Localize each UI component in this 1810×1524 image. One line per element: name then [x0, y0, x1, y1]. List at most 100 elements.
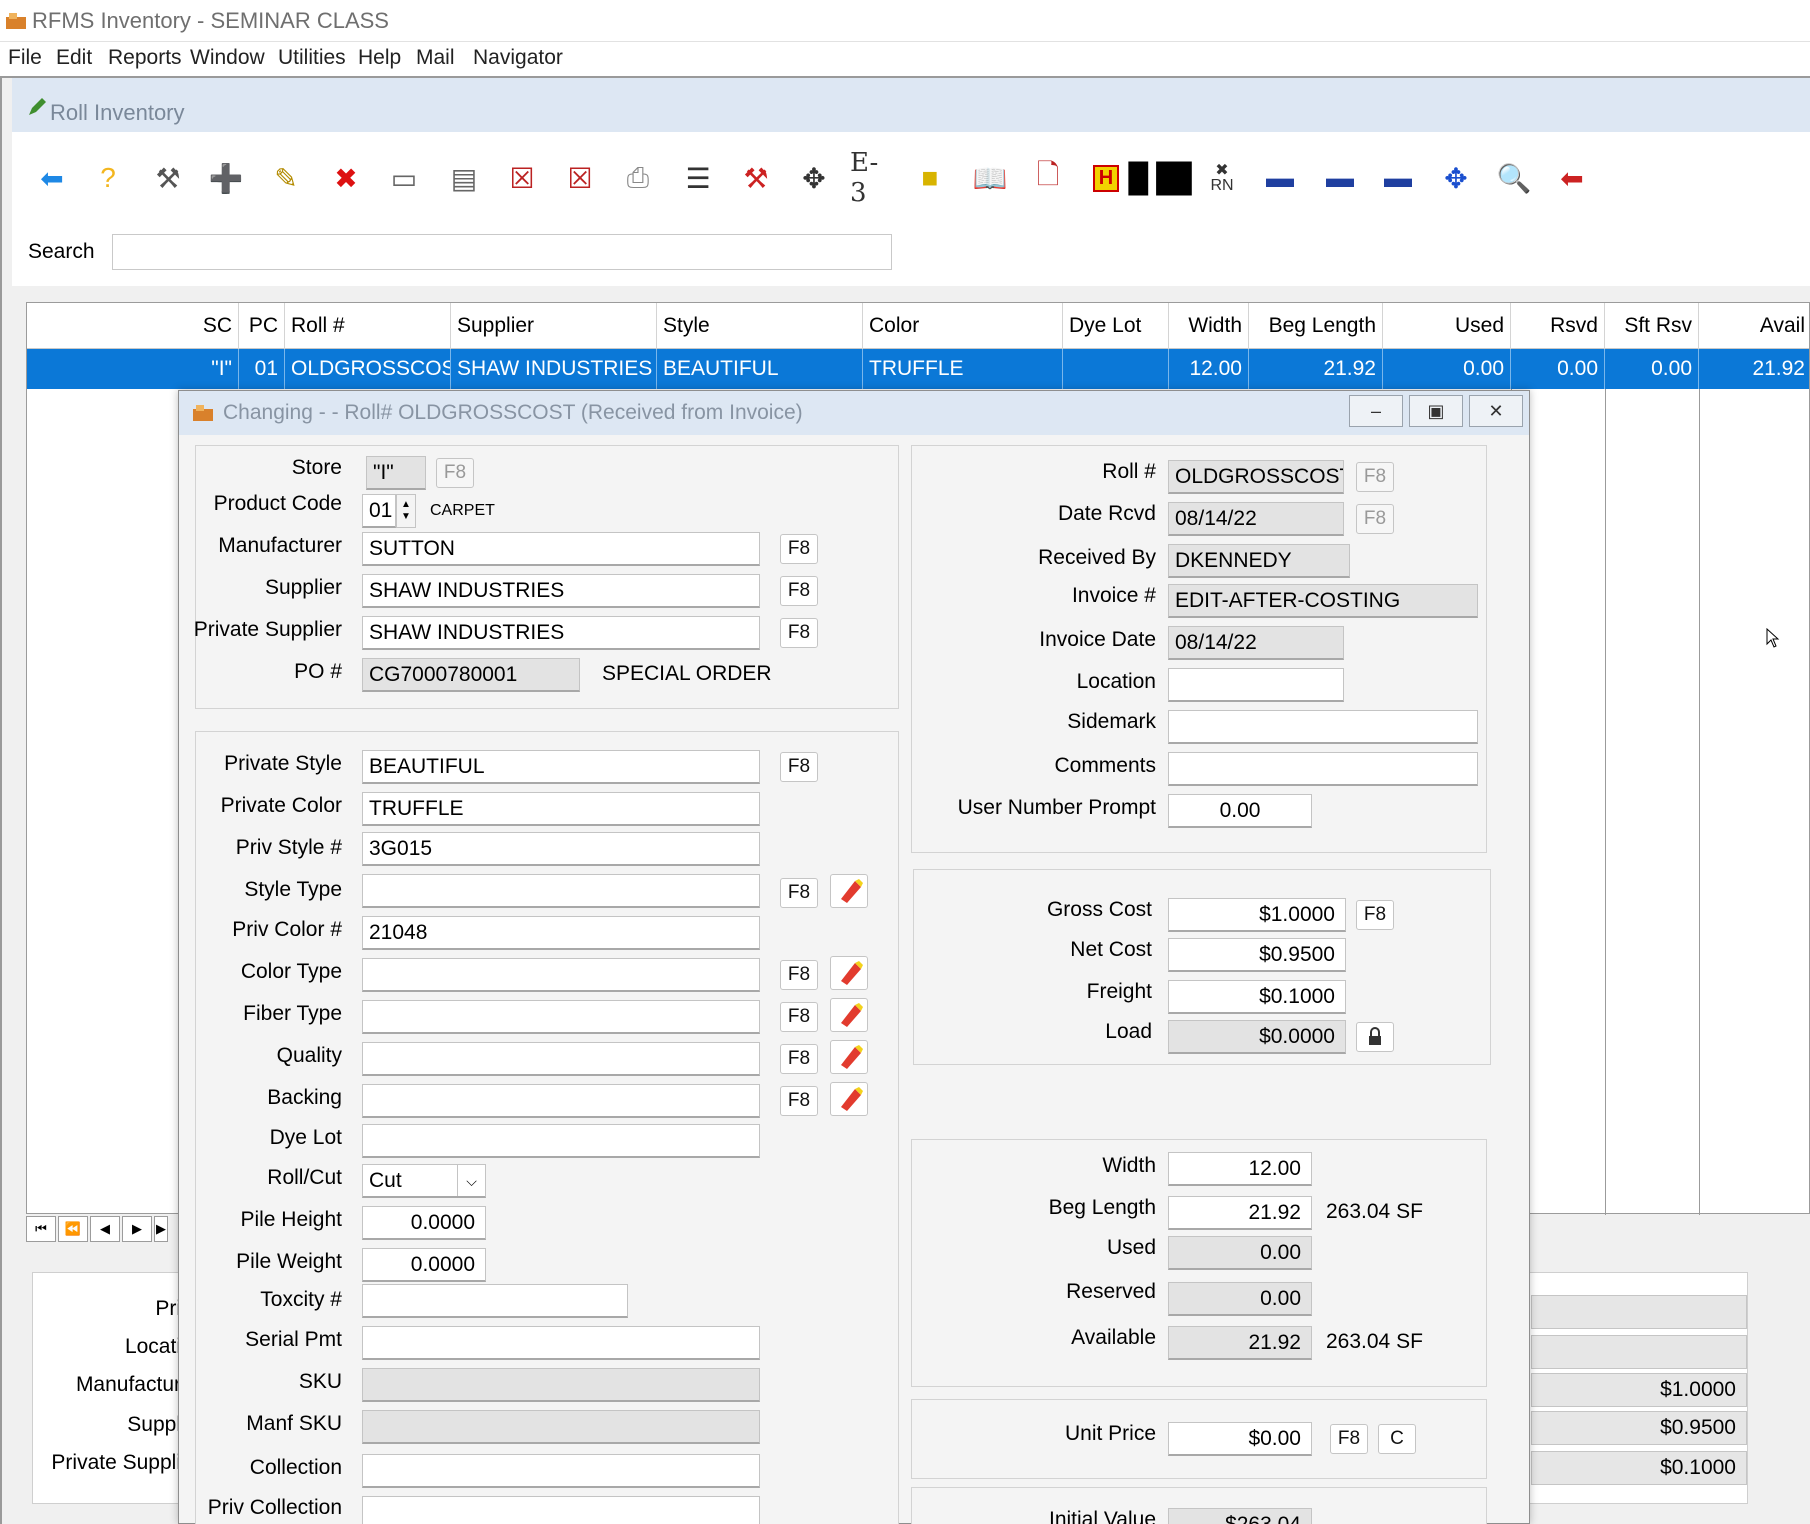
- move-icon[interactable]: ✥: [792, 156, 836, 200]
- net-cost-field[interactable]: $0.9500: [1168, 938, 1346, 972]
- next-record-icon[interactable]: ▶: [122, 1216, 152, 1242]
- tag-cancel-icon[interactable]: ▬: [1318, 156, 1362, 200]
- menu-utilities[interactable]: Utilities: [278, 46, 346, 70]
- restore-button[interactable]: ▣: [1409, 395, 1463, 427]
- tools-icon[interactable]: ⚒: [146, 156, 190, 200]
- comments-field[interactable]: [1168, 752, 1478, 786]
- color-type-field[interactable]: [362, 958, 760, 992]
- quality-field[interactable]: [362, 1042, 760, 1076]
- document-icon[interactable]: 🗋: [1026, 156, 1070, 200]
- invoice-date-field[interactable]: 08/14/22: [1168, 626, 1344, 660]
- private-style-f8-button[interactable]: F8: [780, 752, 818, 782]
- po-field[interactable]: CG7000780001: [362, 658, 580, 692]
- roll-field[interactable]: OLDGROSSCOST: [1168, 460, 1344, 494]
- close-button[interactable]: ✕: [1469, 395, 1523, 427]
- store-f8-button[interactable]: F8: [436, 458, 474, 488]
- cancel-label-icon[interactable]: ☒: [500, 156, 544, 200]
- prev-record-icon[interactable]: ◀: [90, 1216, 120, 1242]
- freight-field[interactable]: $0.1000: [1168, 980, 1346, 1014]
- user-number-field[interactable]: 0.00: [1168, 794, 1312, 828]
- label-icon[interactable]: ▤: [442, 156, 486, 200]
- supplier-f8-button[interactable]: F8: [780, 576, 818, 606]
- quality-eraser-icon[interactable]: [830, 1040, 868, 1074]
- rn-icon[interactable]: ✖ RN: [1200, 156, 1244, 200]
- private-supplier-f8-button[interactable]: F8: [780, 618, 818, 648]
- received-by-field[interactable]: DKENNEDY: [1168, 544, 1350, 578]
- delete-record-icon[interactable]: ✖: [324, 156, 368, 200]
- col-rsvd[interactable]: Rsvd: [1511, 303, 1605, 349]
- backing-f8-button[interactable]: F8: [780, 1086, 818, 1116]
- backing-field[interactable]: [362, 1084, 760, 1118]
- fiber-type-f8-button[interactable]: F8: [780, 1002, 818, 1032]
- roll-cut-select[interactable]: Cut ⌵: [362, 1164, 486, 1198]
- menu-window[interactable]: Window: [190, 46, 265, 70]
- fiber-type-eraser-icon[interactable]: [830, 998, 868, 1032]
- pile-height-field[interactable]: 0.0000: [362, 1206, 486, 1240]
- store-field[interactable]: "I": [366, 456, 426, 490]
- prev-page-icon[interactable]: ⏪: [58, 1216, 88, 1242]
- used-field[interactable]: 0.00: [1168, 1236, 1312, 1270]
- col-avail[interactable]: Avail: [1699, 303, 1810, 349]
- roll-f8-button[interactable]: F8: [1356, 462, 1394, 492]
- next-page-icon[interactable]: ▶: [154, 1216, 168, 1242]
- sku-field[interactable]: [362, 1368, 760, 1402]
- private-supplier-field[interactable]: SHAW INDUSTRIES: [362, 616, 760, 650]
- minimize-button[interactable]: –: [1349, 395, 1403, 427]
- search-icon[interactable]: 🔍: [1492, 156, 1536, 200]
- col-beg-length[interactable]: Beg Length: [1249, 303, 1383, 349]
- private-style-field[interactable]: BEAUTIFUL: [362, 750, 760, 784]
- pile-weight-field[interactable]: 0.0000: [362, 1248, 486, 1282]
- tag-blue-icon[interactable]: ▬: [1258, 156, 1302, 200]
- help-icon[interactable]: ?: [86, 156, 130, 200]
- col-sc[interactable]: SC: [27, 303, 239, 349]
- col-supplier[interactable]: Supplier: [451, 303, 657, 349]
- style-type-eraser-icon[interactable]: [830, 874, 868, 908]
- manufacturer-f8-button[interactable]: F8: [780, 534, 818, 564]
- unit-price-f8-button[interactable]: F8: [1330, 1424, 1368, 1454]
- reserved-field[interactable]: 0.00: [1168, 1282, 1312, 1316]
- first-record-icon[interactable]: ⏮: [26, 1216, 56, 1242]
- beg-length-field[interactable]: 21.92: [1168, 1196, 1312, 1230]
- product-code-field[interactable]: 01: [362, 494, 396, 528]
- unit-price-field[interactable]: $0.00: [1168, 1422, 1312, 1456]
- menu-navigator[interactable]: Navigator: [473, 46, 563, 70]
- print-icon[interactable]: ⎙: [616, 156, 660, 200]
- menu-file[interactable]: File: [8, 46, 42, 70]
- table-row[interactable]: "I" 01 OLDGROSSCOST SHAW INDUSTRIES BEAU…: [27, 349, 1809, 389]
- book-icon[interactable]: 📖: [968, 156, 1012, 200]
- tag-cancel-2-icon[interactable]: ▬: [1376, 156, 1420, 200]
- style-type-field[interactable]: [362, 874, 760, 908]
- col-roll[interactable]: Roll #: [285, 303, 451, 349]
- invoice-field[interactable]: EDIT-AFTER-COSTING: [1168, 584, 1478, 618]
- lock-icon[interactable]: [1356, 1022, 1394, 1052]
- priv-collection-field[interactable]: [362, 1496, 760, 1524]
- h-icon[interactable]: H: [1084, 156, 1128, 200]
- chevron-down-icon[interactable]: ⌵: [457, 1165, 485, 1196]
- gross-cost-field[interactable]: $1.0000: [1168, 898, 1346, 932]
- priv-style-num-field[interactable]: 3G015: [362, 832, 760, 866]
- priv-color-num-field[interactable]: 21048: [362, 916, 760, 950]
- sidemark-field[interactable]: [1168, 710, 1478, 744]
- unit-price-c-button[interactable]: C: [1378, 1424, 1416, 1454]
- dye-lot-field[interactable]: [362, 1124, 760, 1158]
- supplier-field[interactable]: SHAW INDUSTRIES: [362, 574, 760, 608]
- serial-pmt-field[interactable]: [362, 1326, 760, 1360]
- menu-edit[interactable]: Edit: [56, 46, 92, 70]
- e3-button[interactable]: E-3: [850, 148, 894, 208]
- cancel-labels-icon[interactable]: ☒: [558, 156, 602, 200]
- col-sft-rsv[interactable]: Sft Rsv: [1605, 303, 1699, 349]
- col-style[interactable]: Style: [657, 303, 863, 349]
- menu-reports[interactable]: Reports: [108, 46, 182, 70]
- note-icon[interactable]: ■: [908, 156, 952, 200]
- available-field[interactable]: 21.92: [1168, 1326, 1312, 1360]
- private-color-field[interactable]: TRUFFLE: [362, 792, 760, 826]
- col-width[interactable]: Width: [1169, 303, 1249, 349]
- style-type-f8-button[interactable]: F8: [780, 878, 818, 908]
- quality-f8-button[interactable]: F8: [780, 1044, 818, 1074]
- initial-value-field[interactable]: $263.04: [1168, 1508, 1312, 1524]
- tag-icon[interactable]: ▭: [382, 156, 426, 200]
- manf-sku-field[interactable]: [362, 1410, 760, 1444]
- col-pc[interactable]: PC: [239, 303, 285, 349]
- manufacturer-field[interactable]: SUTTON: [362, 532, 760, 566]
- gross-cost-f8-button[interactable]: F8: [1356, 900, 1394, 930]
